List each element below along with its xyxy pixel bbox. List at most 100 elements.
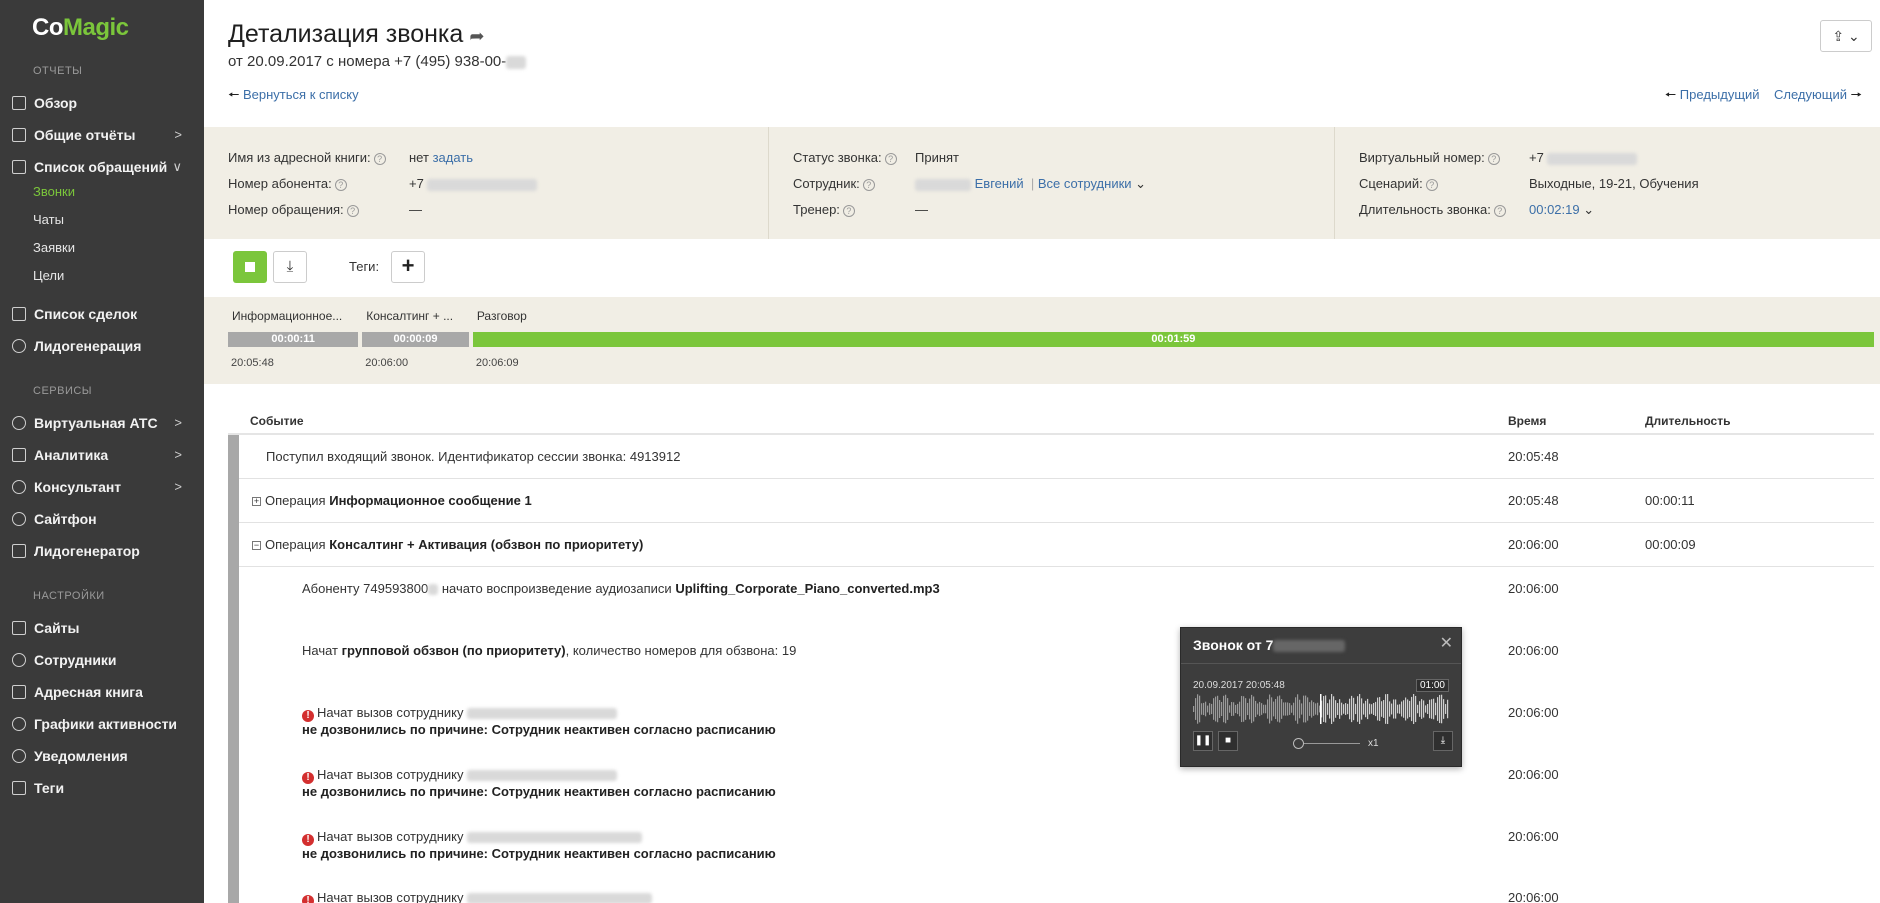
call-info-panel: Имя из адресной книги:? нет задать Номер… [204, 127, 1880, 239]
call-duration-dropdown[interactable]: 00:02:19 ⌄ [1529, 202, 1594, 218]
sidebar-subitem-goals[interactable]: Цели [33, 268, 64, 283]
grid-icon [12, 128, 26, 142]
event-duration: 00:00:11 [1645, 493, 1695, 508]
sidebar-item-analytics[interactable]: Аналитика > [12, 442, 192, 468]
prev-link[interactable]: 🠔 Предыдущий [1665, 87, 1760, 102]
book-icon [12, 685, 26, 699]
event-row-call: ! Начат вызов сотруднику не дозвонились п… [302, 705, 776, 737]
plus-icon: + [401, 253, 415, 278]
timeline-segment-bar[interactable]: 00:00:09 [362, 332, 469, 347]
event-row-operation[interactable]: + Операция Информационное сообщение 1 [252, 493, 532, 508]
add-tag-button[interactable]: + [391, 251, 425, 283]
timeline-segment-name: Консалтинг + ... [366, 309, 454, 323]
scenario-link[interactable]: Выходные, 19-21, Обучения [1529, 176, 1699, 191]
logo[interactable]: CoMagic [32, 14, 129, 42]
help-icon[interactable]: ? [334, 178, 347, 191]
sidebar-subitem-chats[interactable]: Чаты [33, 212, 64, 227]
speed-slider[interactable] [1296, 743, 1360, 744]
sidebar-item-sitephone[interactable]: Сайтфон [12, 506, 192, 532]
tags-label: Теги: [349, 259, 380, 274]
export-button[interactable]: ⇪ ⌄ [1820, 20, 1872, 52]
help-icon[interactable]: ? [842, 204, 855, 217]
sidebar-subitem-calls[interactable]: Звонки [33, 184, 75, 199]
waveform[interactable] [1193, 694, 1449, 724]
help-icon[interactable]: ? [884, 152, 897, 165]
help-icon[interactable]: ? [1425, 178, 1438, 191]
timeline-segment-bar[interactable]: 00:00:11 [228, 332, 359, 347]
virtual-number: +7 [1529, 150, 1638, 165]
help-icon[interactable]: ? [1493, 204, 1506, 217]
row-divider [239, 566, 1874, 567]
event-time: 20:06:00 [1508, 537, 1559, 552]
back-link[interactable]: 🠔 Вернуться к списку [228, 86, 359, 108]
sidebar-item-pbx[interactable]: Виртуальная АТС > [12, 410, 192, 436]
sidebar-item-sites[interactable]: Сайты [12, 615, 192, 641]
sidebar-item-consultant[interactable]: Консультант > [12, 474, 192, 500]
info-label: Длительность звонка:? [1359, 202, 1506, 217]
event-row: Поступил входящий звонок. Идентификатор … [266, 449, 681, 464]
help-icon[interactable]: ? [862, 178, 875, 191]
download-button[interactable]: ⤓ [273, 251, 307, 283]
pause-button[interactable]: ❚❚ [1193, 731, 1213, 751]
collapse-icon[interactable]: − [252, 541, 261, 551]
arrow-right-icon: 🠖 [1847, 87, 1862, 102]
sidebar-item-notifications[interactable]: Уведомления [12, 743, 192, 769]
sidebar-item-deals[interactable]: Список сделок [12, 301, 192, 327]
chevron-down-icon: ⌄ [1847, 27, 1860, 44]
speed-slider-knob[interactable] [1293, 738, 1304, 749]
sidebar-item-activity[interactable]: Графики активности [12, 711, 192, 737]
sidebar-item-leadgen[interactable]: Лидогенерация [12, 333, 192, 359]
phone-icon [12, 416, 26, 430]
info-label: Сотрудник:? [793, 176, 875, 191]
employee-link[interactable]: Евгений [975, 176, 1024, 191]
all-employees-dropdown[interactable]: Все сотрудники [1038, 176, 1132, 191]
section-settings: НАСТРОЙКИ [33, 590, 105, 602]
sidebar-item-general-reports[interactable]: Общие отчёты > [12, 122, 192, 148]
stop-playback-button[interactable]: ■ [1218, 731, 1238, 751]
event-row-operation[interactable]: − Операция Консалтинг + Активация (обзвон… [252, 537, 643, 552]
sidebar-item-requests[interactable]: Список обращений ∨ [12, 154, 192, 180]
section-services: СЕРВИСЫ [33, 385, 93, 397]
sidebar-subitem-requests[interactable]: Заявки [33, 240, 75, 255]
event-time: 20:06:00 [1508, 643, 1559, 658]
help-icon[interactable]: ? [346, 204, 359, 217]
info-label: Тренер:? [793, 202, 855, 217]
event-time: 20:05:48 [1508, 449, 1559, 464]
info-col-1: Имя из адресной книги:? нет задать Номер… [204, 127, 768, 239]
share-arrow-icon[interactable]: ➦ [469, 26, 484, 46]
player-download-button[interactable]: ⤓ [1433, 731, 1453, 751]
sidebar-item-tags[interactable]: Теги [12, 775, 192, 801]
expand-icon[interactable]: + [252, 497, 261, 507]
column-header-event: Событие [250, 414, 304, 428]
sites-icon [12, 621, 26, 635]
sidebar: CoMagic ОТЧЕТЫ Обзор Общие отчёты > Списо… [0, 0, 204, 903]
help-icon[interactable]: ? [1487, 152, 1500, 165]
warning-icon: ! [302, 772, 314, 784]
sidebar-item-leadgenerator[interactable]: Лидогенератор [12, 538, 192, 564]
timeline-segment-start: 20:05:48 [231, 357, 274, 369]
arrow-left-icon: 🠔 [1664, 87, 1680, 102]
info-label: Статус звонка:? [793, 150, 897, 165]
help-icon[interactable]: ? [373, 152, 386, 165]
column-header-duration: Длительность [1645, 414, 1731, 428]
trainer-value: — [915, 202, 928, 217]
sidebar-item-employees[interactable]: Сотрудники [12, 647, 192, 673]
chevron-down-icon: ⌄ [1583, 202, 1595, 217]
sidebar-item-overview[interactable]: Обзор [12, 90, 192, 116]
event-row-call: ! Начат вызов сотруднику [302, 890, 653, 903]
sidebar-item-addressbook[interactable]: Адресная книга [12, 679, 192, 705]
warning-icon: ! [302, 710, 314, 722]
row-divider [239, 478, 1874, 479]
info-label: Номер обращения:? [228, 202, 359, 217]
close-icon[interactable]: ✕ [1440, 633, 1453, 653]
next-link[interactable]: Следующий 🠖 [1774, 87, 1862, 102]
set-name-link[interactable]: задать [433, 150, 473, 165]
timeline-segment-name: Разговор [476, 309, 527, 323]
chevron-down-icon: ⌄ [1135, 176, 1147, 191]
event-time: 20:06:00 [1508, 829, 1559, 844]
section-reports: ОТЧЕТЫ [33, 65, 83, 77]
timeline-segment-bar[interactable]: 00:01:59 [472, 332, 1874, 347]
stop-button[interactable] [233, 251, 267, 283]
stop-icon: ■ [1224, 735, 1232, 746]
page-title: Детализация звонка ➦ [228, 20, 485, 48]
